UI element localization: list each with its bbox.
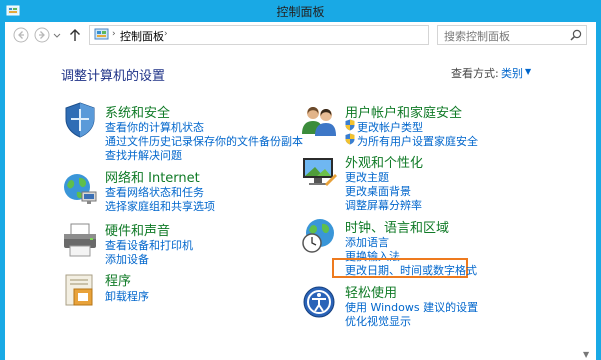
- view-by-dropdown[interactable]: 类别: [501, 65, 523, 81]
- breadcrumb-control-panel[interactable]: 控制面板: [120, 28, 164, 44]
- main-content: 调整计算机的设置 查看方式: 类别 ▼ 系统和安全 查看你的计算机状态 通过文件…: [5, 48, 596, 360]
- search-input[interactable]: 搜索控制面板: [437, 25, 587, 45]
- uac-shield-icon: [345, 119, 355, 131]
- monitor-icon[interactable]: [299, 152, 339, 192]
- forward-icon[interactable]: [34, 27, 50, 43]
- up-icon[interactable]: [67, 27, 83, 43]
- recent-locations-icon[interactable]: [53, 27, 61, 43]
- link-homegroup-sharing[interactable]: 选择家庭组和共享选项: [105, 198, 215, 214]
- breadcrumb-separator-icon[interactable]: ›: [112, 29, 116, 39]
- title-bar: 控制面板: [0, 0, 601, 22]
- shield-icon[interactable]: [60, 100, 100, 140]
- users-icon[interactable]: [299, 100, 339, 140]
- control-panel-icon: [94, 28, 109, 40]
- clock-globe-icon[interactable]: [299, 216, 339, 256]
- navigation-bar: › 控制面板 › ▾ 搜索控制面板: [5, 22, 596, 48]
- uac-shield-icon: [345, 133, 355, 145]
- link-family-safety[interactable]: 为所有用户设置家庭安全: [357, 133, 478, 149]
- link-adjust-resolution[interactable]: 调整屏幕分辨率: [345, 197, 422, 213]
- network-globe-icon[interactable]: [60, 168, 100, 208]
- window-title: 控制面板: [276, 5, 325, 19]
- printer-icon[interactable]: [60, 220, 100, 260]
- address-bar[interactable]: › 控制面板 › ▾: [89, 25, 507, 45]
- link-uninstall-program[interactable]: 卸载程序: [105, 288, 149, 304]
- search-placeholder: 搜索控制面板: [444, 30, 510, 43]
- search-icon[interactable]: [569, 28, 583, 42]
- window-frame-right: [596, 22, 601, 360]
- link-add-device[interactable]: 添加设备: [105, 251, 149, 267]
- link-optimize-visual-display[interactable]: 优化视觉显示: [345, 313, 411, 329]
- link-change-date-time-format[interactable]: 更改日期、时间或数字格式: [345, 262, 477, 278]
- view-by-label: 查看方式:: [451, 67, 499, 80]
- breadcrumb-separator-icon[interactable]: ›: [164, 29, 168, 39]
- category-title-programs[interactable]: 程序: [105, 270, 131, 289]
- chevron-down-icon[interactable]: ▼: [525, 67, 531, 76]
- back-icon[interactable]: [13, 27, 29, 43]
- ease-of-access-icon[interactable]: [299, 282, 339, 322]
- programs-icon[interactable]: [60, 270, 100, 310]
- link-troubleshoot[interactable]: 查找并解决问题: [105, 147, 182, 163]
- page-title: 调整计算机的设置: [61, 69, 166, 84]
- scroll-down-icon[interactable]: ▼: [583, 350, 589, 359]
